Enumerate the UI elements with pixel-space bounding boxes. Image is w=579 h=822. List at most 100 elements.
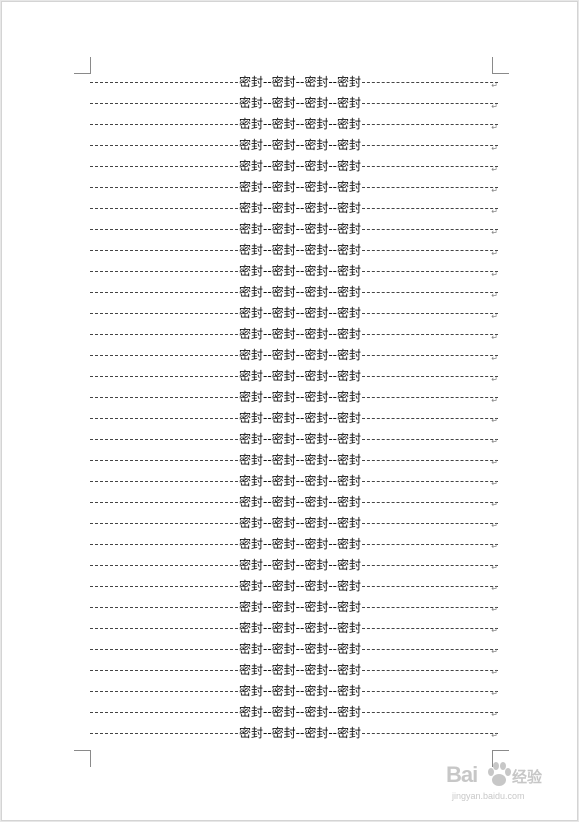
baidu-jingyan-watermark: Bai 经验 jingyan.baidu.com [446, 760, 554, 810]
seal-text: 密封--密封--密封--密封 [239, 222, 361, 237]
seal-text: 密封--密封--密封--密封 [239, 704, 361, 719]
seal-text: 密封--密封--密封--密封 [239, 159, 361, 174]
dashed-rule-left [90, 543, 238, 545]
seal-line: 密封--密封--密封--密封 ↵ [90, 428, 498, 449]
seal-text: 密封--密封--密封--密封 [239, 327, 361, 342]
dashed-rule-right [361, 355, 498, 357]
dashed-rule-right [361, 250, 498, 252]
paragraph-mark-icon: ↵ [491, 164, 498, 174]
seal-text: 密封--密封--密封--密封 [239, 96, 361, 111]
paragraph-mark-icon: ↵ [491, 647, 498, 657]
seal-lines-body[interactable]: 密封--密封--密封--密封 ↵ 密封--密封--密封--密封 ↵ 密封--密封--密封… [90, 72, 498, 743]
dashed-rule-left [90, 480, 238, 482]
dashed-rule-right [361, 417, 498, 419]
seal-text: 密封--密封--密封--密封 [239, 641, 361, 656]
seal-line: 密封--密封--密封--密封 ↵ [90, 638, 498, 659]
dashed-rule-right [361, 501, 498, 503]
paragraph-mark-icon: ↵ [491, 227, 498, 237]
paragraph-mark-icon: ↵ [491, 626, 498, 636]
paragraph-mark-icon: ↵ [491, 143, 498, 153]
watermark-word: 经验 [512, 768, 543, 786]
paragraph-mark-icon: ↵ [491, 668, 498, 678]
dashed-rule-right [361, 459, 498, 461]
paragraph-mark-icon: ↵ [491, 542, 498, 552]
seal-text: 密封--密封--密封--密封 [239, 725, 361, 740]
dashed-rule-right [361, 564, 498, 566]
seal-text: 密封--密封--密封--密封 [239, 452, 361, 467]
dashed-rule-right [361, 648, 498, 650]
dashed-rule-left [90, 103, 238, 105]
dashed-rule-right [361, 145, 498, 147]
dashed-rule-left [90, 459, 238, 461]
dashed-rule-right [361, 334, 498, 336]
paw-icon [488, 762, 511, 786]
seal-line: 密封--密封--密封--密封 ↵ [90, 722, 498, 743]
dashed-rule-left [90, 417, 238, 419]
dashed-rule-right [361, 313, 498, 315]
dashed-rule-left [90, 250, 238, 252]
seal-text: 密封--密封--密封--密封 [239, 557, 361, 572]
paragraph-mark-icon: ↵ [491, 563, 498, 573]
dashed-rule-left [90, 690, 238, 692]
seal-line: 密封--密封--密封--密封 ↵ [90, 324, 498, 345]
dashed-rule-right [361, 627, 498, 629]
dashed-rule-left [90, 501, 238, 503]
seal-line: 密封--密封--密封--密封 ↵ [90, 219, 498, 240]
dashed-rule-left [90, 376, 238, 378]
seal-line: 密封--密封--密封--密封 ↵ [90, 366, 498, 387]
dashed-rule-left [90, 187, 238, 189]
paragraph-mark-icon: ↵ [491, 122, 498, 132]
dashed-rule-right [361, 229, 498, 231]
dashed-rule-right [361, 438, 498, 440]
seal-line: 密封--密封--密封--密封 ↵ [90, 240, 498, 261]
dashed-rule-left [90, 522, 238, 524]
paragraph-mark-icon: ↵ [491, 185, 498, 195]
dashed-rule-right [361, 82, 498, 84]
seal-line: 密封--密封--密封--密封 ↵ [90, 491, 498, 512]
paragraph-mark-icon: ↵ [491, 479, 498, 489]
seal-line: 密封--密封--密封--密封 ↵ [90, 701, 498, 722]
watermark-url: jingyan.baidu.com [452, 791, 525, 801]
seal-text: 密封--密封--密封--密封 [239, 473, 361, 488]
seal-text: 密封--密封--密封--密封 [239, 348, 361, 363]
paragraph-mark-icon: ↵ [491, 269, 498, 279]
paragraph-mark-icon: ↵ [491, 290, 498, 300]
paragraph-mark-icon: ↵ [491, 374, 498, 384]
seal-text: 密封--密封--密封--密封 [239, 75, 361, 90]
seal-line: 密封--密封--密封--密封 ↵ [90, 659, 498, 680]
seal-line: 密封--密封--密封--密封 ↵ [90, 114, 498, 135]
seal-text: 密封--密封--密封--密封 [239, 578, 361, 593]
dashed-rule-right [361, 166, 498, 168]
seal-text: 密封--密封--密封--密封 [239, 243, 361, 258]
dashed-rule-left [90, 292, 238, 294]
seal-text: 密封--密封--密封--密封 [239, 201, 361, 216]
dashed-rule-left [90, 334, 238, 336]
dashed-rule-left [90, 711, 238, 713]
seal-text: 密封--密封--密封--密封 [239, 662, 361, 677]
dashed-rule-left [90, 564, 238, 566]
paragraph-mark-icon: ↵ [491, 101, 498, 111]
seal-text: 密封--密封--密封--密封 [239, 515, 361, 530]
seal-text: 密封--密封--密封--密封 [239, 285, 361, 300]
seal-line: 密封--密封--密封--密封 ↵ [90, 387, 498, 408]
dashed-rule-left [90, 627, 238, 629]
paragraph-mark-icon: ↵ [491, 689, 498, 699]
dashed-rule-right [361, 208, 498, 210]
dashed-rule-left [90, 606, 238, 608]
seal-text: 密封--密封--密封--密封 [239, 410, 361, 425]
dashed-rule-left [90, 438, 238, 440]
seal-line: 密封--密封--密封--密封 ↵ [90, 261, 498, 282]
dashed-rule-left [90, 648, 238, 650]
dashed-rule-left [90, 208, 238, 210]
seal-line: 密封--密封--密封--密封 ↵ [90, 512, 498, 533]
seal-text: 密封--密封--密封--密封 [239, 264, 361, 279]
paragraph-mark-icon: ↵ [491, 605, 498, 615]
seal-line: 密封--密封--密封--密封 ↵ [90, 575, 498, 596]
seal-text: 密封--密封--密封--密封 [239, 536, 361, 551]
seal-text: 密封--密封--密封--密封 [239, 683, 361, 698]
dashed-rule-right [361, 606, 498, 608]
dashed-rule-right [361, 480, 498, 482]
dashed-rule-left [90, 732, 238, 734]
dashed-rule-right [361, 522, 498, 524]
dashed-rule-right [361, 585, 498, 587]
